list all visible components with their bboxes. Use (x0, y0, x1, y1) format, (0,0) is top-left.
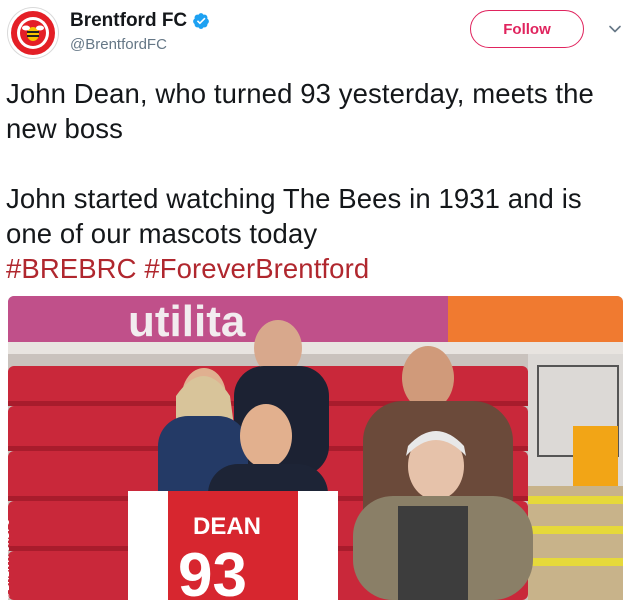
stadium-photo: utilita DEAN 93 (8, 296, 623, 600)
hashtag-link[interactable]: #BREBRC (6, 253, 137, 284)
tweet-photo[interactable]: utilita DEAN 93 (8, 296, 623, 600)
shirt-number: 93 (178, 541, 247, 600)
tweet-line-2: John started watching The Bees in 1931 a… (6, 183, 582, 249)
account-avatar[interactable] (8, 8, 58, 58)
tweet-header: Brentford FC @BrentfordFC Follow (8, 6, 621, 58)
tweet-hashtags: #BREBRC #ForeverBrentford (6, 251, 618, 286)
name-row: Brentford FC (70, 10, 210, 32)
chevron-down-icon[interactable] (608, 22, 622, 36)
shirt-name: DEAN (193, 513, 261, 540)
photo-credit: ©BRENTFORDFC (1, 518, 11, 601)
account-handle[interactable]: @BrentfordFC (70, 36, 167, 53)
tweet-line-1: John Dean, who turned 93 yesterday, meet… (6, 78, 594, 144)
verified-badge-icon (192, 12, 210, 30)
crest-icon (12, 12, 54, 54)
hashtag-link[interactable]: #ForeverBrentford (144, 253, 369, 284)
banner-text: utilita (128, 297, 246, 346)
follow-button[interactable]: Follow (470, 10, 584, 48)
display-name[interactable]: Brentford FC (70, 10, 187, 32)
tweet-text: John Dean, who turned 93 yesterday, meet… (6, 76, 618, 286)
